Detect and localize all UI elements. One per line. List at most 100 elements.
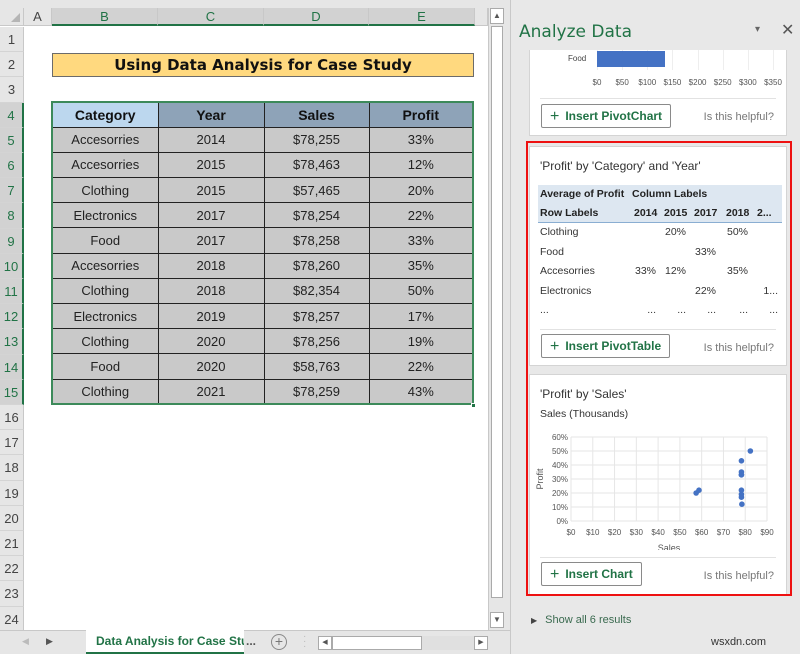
row-header-1[interactable]: 1 [0, 27, 24, 53]
vertical-scrollbar[interactable]: ▲ ▼ [488, 8, 504, 630]
cell-year[interactable]: 2015 [157, 177, 265, 204]
row-header-24[interactable]: 24 [0, 606, 24, 632]
cell-category[interactable]: Clothing [51, 277, 159, 305]
cell-profit[interactable]: 35% [368, 252, 474, 279]
cell-year[interactable]: 2017 [157, 227, 265, 254]
scroll-up-button[interactable]: ▲ [490, 8, 504, 24]
cell-year[interactable]: 2018 [157, 252, 265, 279]
cell-profit[interactable]: 22% [368, 202, 474, 229]
cell-year[interactable]: 2017 [157, 202, 265, 229]
vertical-scroll-thumb[interactable] [491, 26, 503, 598]
select-all-button[interactable] [0, 8, 24, 26]
cell-category[interactable]: Clothing [51, 177, 159, 204]
cell-category[interactable]: Food [51, 353, 159, 380]
cell-sales[interactable]: $78,257 [263, 302, 370, 330]
cell-profit[interactable]: 19% [368, 328, 474, 355]
scroll-left-button[interactable]: ◀ [318, 636, 332, 650]
cell-sales[interactable]: $58,763 [263, 353, 370, 380]
row-header-2[interactable]: 2 [0, 52, 24, 78]
cell-category[interactable]: Accesorries [51, 126, 159, 153]
header-profit[interactable]: Profit [368, 101, 474, 128]
row-header-6[interactable]: 6 [0, 153, 24, 179]
prev-sheet-icon[interactable]: ◀ [22, 636, 29, 647]
next-sheet-icon[interactable]: ▶ [46, 636, 53, 647]
cell-category[interactable]: Accesorries [51, 252, 159, 279]
row-header-13[interactable]: 13 [0, 329, 24, 355]
row-header-4[interactable]: 4 [0, 102, 24, 128]
insert-pivotchart-button[interactable]: + Insert PivotChart [541, 104, 672, 128]
cell-year[interactable]: 2014 [157, 126, 265, 153]
row-header-14[interactable]: 14 [0, 354, 24, 380]
column-header-b[interactable]: B [52, 8, 158, 26]
column-header-d[interactable]: D [264, 8, 369, 26]
cell-year[interactable]: 2019 [157, 302, 265, 330]
cell-category[interactable]: Food [51, 227, 159, 254]
horizontal-scroll-thumb[interactable] [332, 636, 422, 650]
cell-profit[interactable]: 17% [368, 302, 474, 330]
cell-sales[interactable]: $78,254 [263, 202, 370, 229]
sheet-title-cell[interactable]: Using Data Analysis for Case Study [52, 53, 474, 77]
cell-year[interactable]: 2020 [157, 353, 265, 380]
row-header-15[interactable]: 15 [0, 379, 24, 405]
helpful-feedback-link[interactable]: Is this helpful? [704, 111, 774, 123]
row-header-12[interactable]: 12 [0, 304, 24, 330]
more-sheets-button[interactable]: ... [246, 634, 256, 648]
fill-handle[interactable] [471, 403, 476, 408]
row-header-11[interactable]: 11 [0, 279, 24, 305]
cell-sales[interactable]: $78,255 [263, 126, 370, 153]
row-header-20[interactable]: 20 [0, 505, 24, 531]
cell-profit[interactable]: 20% [368, 177, 474, 204]
row-header-9[interactable]: 9 [0, 228, 24, 254]
cell-year[interactable]: 2015 [157, 151, 265, 179]
row-header-18[interactable]: 18 [0, 455, 24, 481]
cell-profit[interactable]: 33% [368, 126, 474, 153]
header-year[interactable]: Year [157, 101, 265, 128]
column-header-c[interactable]: C [158, 8, 264, 26]
cell-profit[interactable]: 12% [368, 151, 474, 179]
cell-category[interactable]: Clothing [51, 328, 159, 355]
pane-options-icon[interactable]: ▾ [755, 24, 760, 35]
cell-sales[interactable]: $82,354 [263, 277, 370, 305]
column-header-a[interactable]: A [24, 8, 52, 26]
scroll-right-button[interactable]: ▶ [474, 636, 488, 650]
cell-year[interactable]: 2020 [157, 328, 265, 355]
header-category[interactable]: Category [51, 101, 159, 128]
column-header-e[interactable]: E [369, 8, 475, 26]
row-header-8[interactable]: 8 [0, 203, 24, 229]
row-header-19[interactable]: 19 [0, 480, 24, 506]
add-sheet-icon[interactable]: + [271, 634, 287, 650]
cell-sales[interactable]: $78,256 [263, 328, 370, 355]
cell-category[interactable]: Electronics [51, 302, 159, 330]
cell-sales[interactable]: $78,259 [263, 378, 370, 405]
cell-sales[interactable]: $78,260 [263, 252, 370, 279]
cell-category[interactable]: Electronics [51, 202, 159, 229]
cell-profit[interactable]: 43% [368, 378, 474, 405]
row-header-22[interactable]: 22 [0, 556, 24, 582]
row-header-10[interactable]: 10 [0, 253, 24, 279]
cell-profit[interactable]: 33% [368, 227, 474, 254]
splitter-handle-icon[interactable]: · · · [303, 632, 307, 652]
row-header-16[interactable]: 16 [0, 405, 24, 431]
close-icon[interactable]: ✕ [781, 20, 794, 40]
cell-category[interactable]: Accesorries [51, 151, 159, 179]
row-header-3[interactable]: 3 [0, 77, 24, 103]
cell-sales[interactable]: $78,463 [263, 151, 370, 179]
scroll-down-button[interactable]: ▼ [490, 612, 504, 628]
row-header-23[interactable]: 23 [0, 581, 24, 607]
cell-category[interactable]: Clothing [51, 378, 159, 405]
row-header-17[interactable]: 17 [0, 430, 24, 456]
cell-profit[interactable]: 50% [368, 277, 474, 305]
header-sales[interactable]: Sales [263, 101, 370, 128]
horizontal-scrollbar[interactable]: ◀ ▶ [318, 636, 488, 650]
cell-year[interactable]: 2021 [157, 378, 265, 405]
cell-year[interactable]: 2018 [157, 277, 265, 305]
sheet-tab-active[interactable]: Data Analysis for Case Stud [86, 630, 244, 654]
cell-profit[interactable]: 22% [368, 353, 474, 380]
row-header-7[interactable]: 7 [0, 178, 24, 204]
worksheet-grid[interactable]: ABCDE 1 2 3 4 5 6 7 8 9 10 11 12 13 14 15 16 17 18 19 20 21 2… [0, 0, 488, 632]
row-header-5[interactable]: 5 [0, 127, 24, 153]
cell-sales[interactable]: $57,465 [263, 177, 370, 204]
show-all-results-link[interactable]: ▶ Show all 6 results [531, 614, 631, 626]
cell-sales[interactable]: $78,258 [263, 227, 370, 254]
row-header-21[interactable]: 21 [0, 531, 24, 557]
